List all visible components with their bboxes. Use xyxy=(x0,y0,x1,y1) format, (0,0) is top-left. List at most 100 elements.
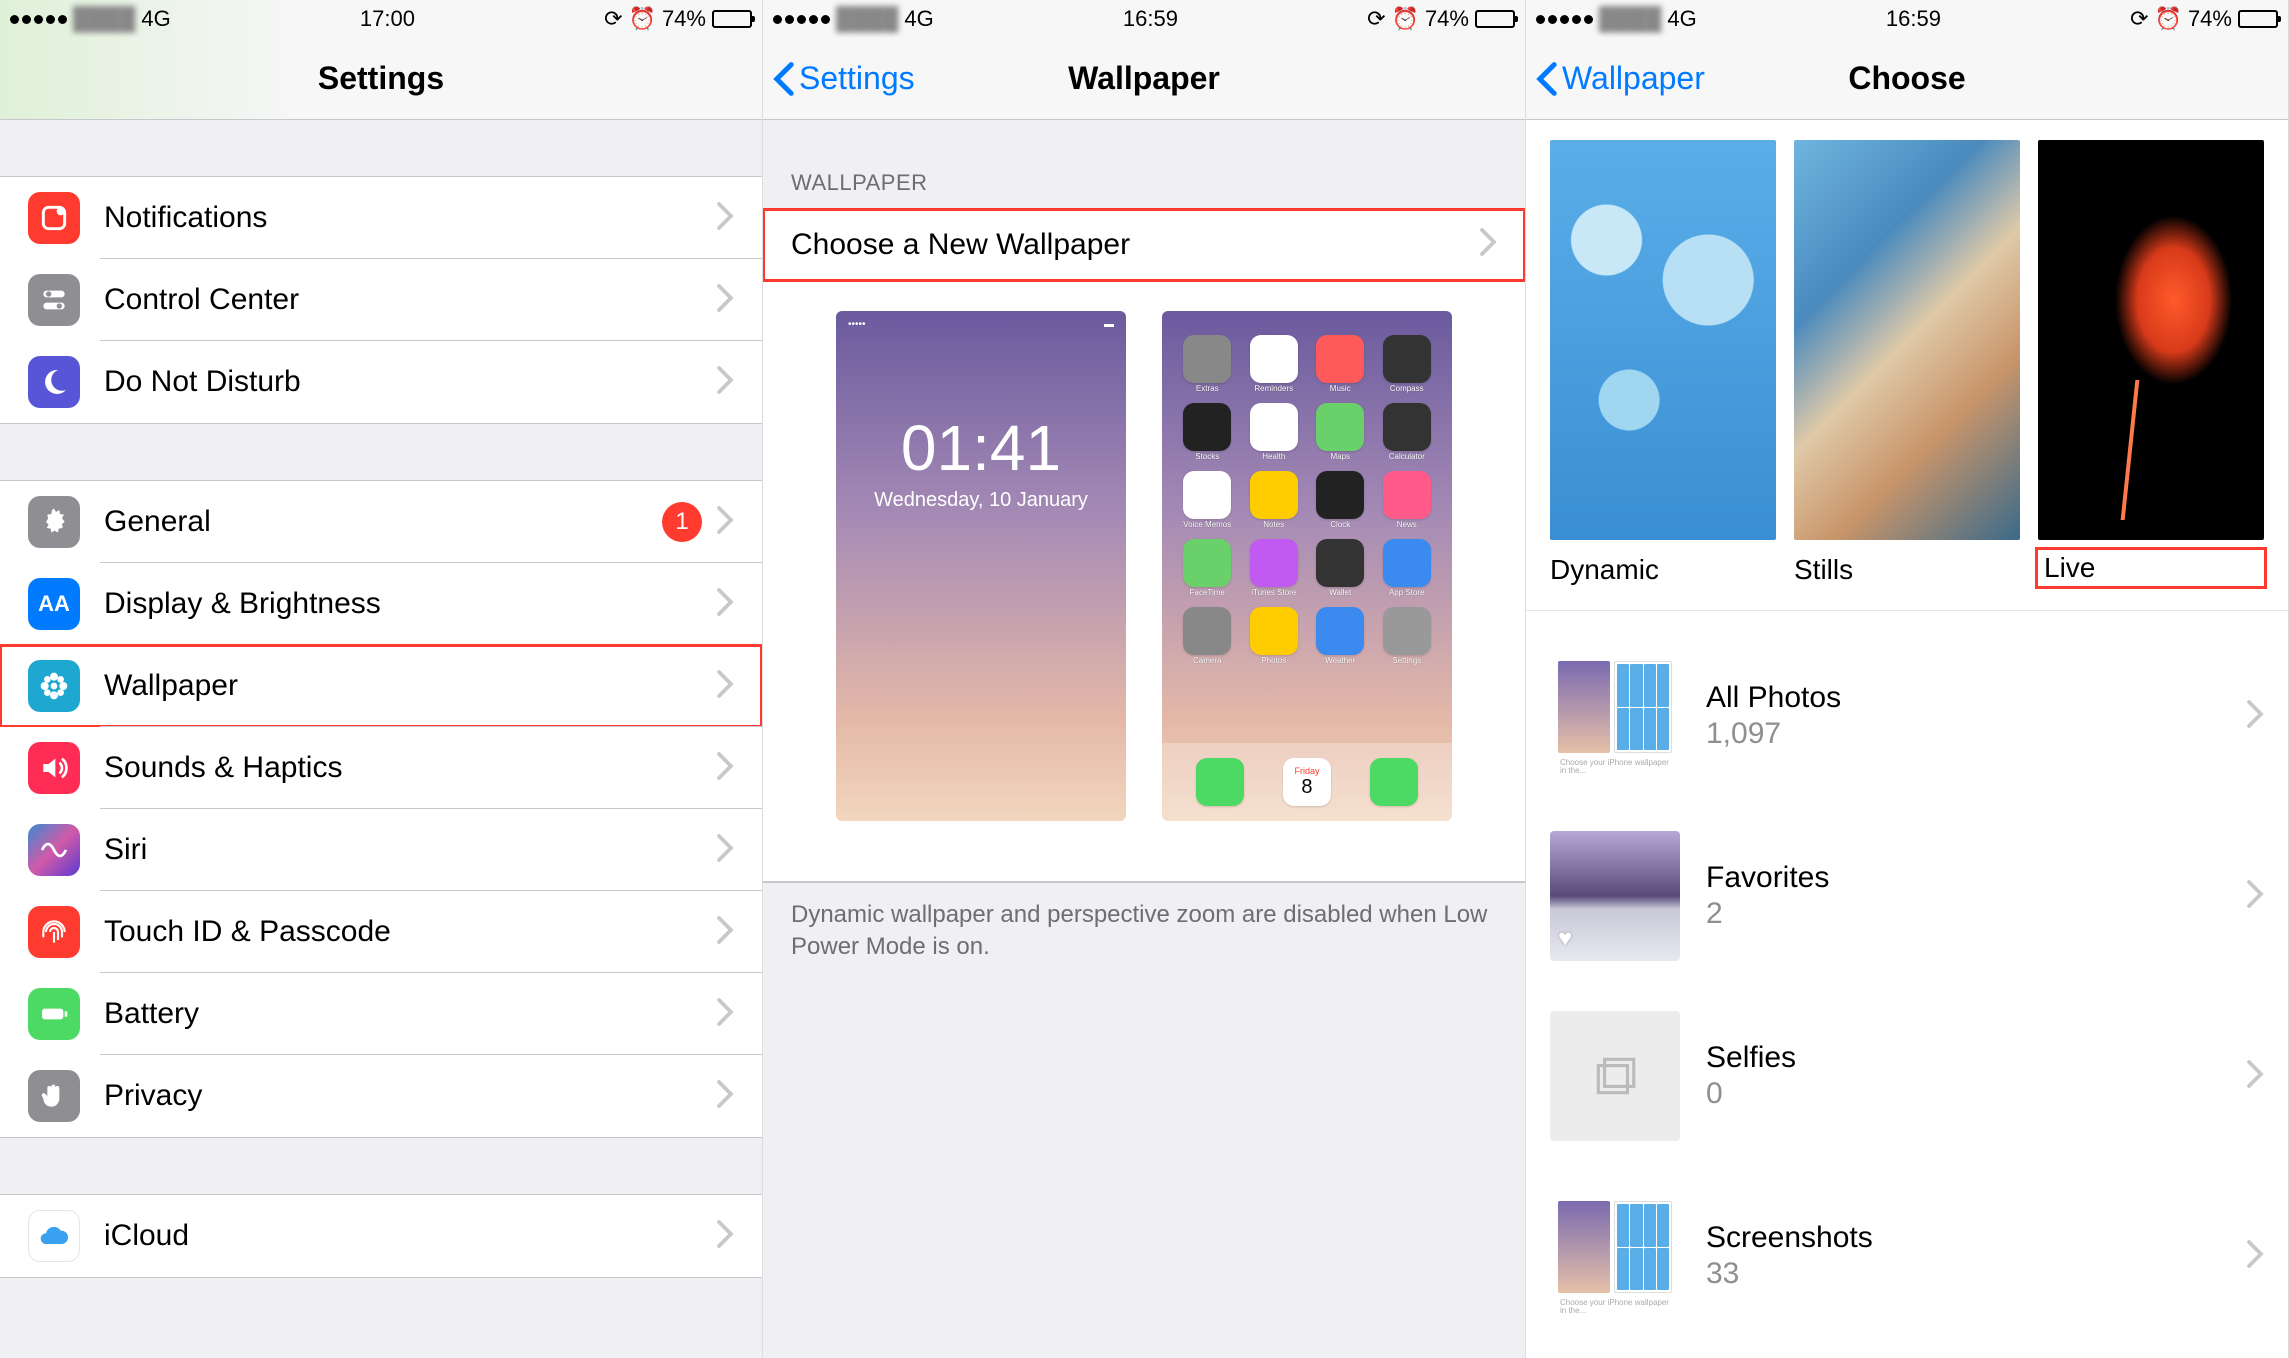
row-siri[interactable]: Siri xyxy=(0,809,762,891)
row-icloud[interactable]: iCloud xyxy=(0,1195,762,1277)
battery-icon xyxy=(2238,10,2278,28)
row-label: Battery xyxy=(104,997,716,1031)
row-label: Privacy xyxy=(104,1079,716,1113)
row-touch-id[interactable]: Touch ID & Passcode xyxy=(0,891,762,973)
fingerprint-icon xyxy=(28,906,80,958)
home-app-photos: Photos xyxy=(1245,607,1304,667)
album-screenshots[interactable]: Choose your iPhone wallpaper in the... S… xyxy=(1526,1181,2288,1331)
notifications-icon xyxy=(28,192,80,244)
chevron-right-icon xyxy=(716,833,734,868)
heart-icon: ♥ xyxy=(1558,925,1572,953)
row-label: Siri xyxy=(104,833,716,867)
album-selfies[interactable]: Selfies 0 xyxy=(1526,1001,2288,1151)
dynamic-thumb xyxy=(1550,140,1776,540)
aa-icon: AA xyxy=(28,578,80,630)
dock: Friday8 xyxy=(1162,743,1452,821)
speaker-icon xyxy=(28,742,80,794)
category-stills[interactable]: Stills xyxy=(1794,140,2020,586)
home-app-facetime: FaceTime xyxy=(1178,539,1237,599)
home-app-maps: Maps xyxy=(1311,403,1370,463)
nav-bar: Wallpaper Choose xyxy=(1526,38,2288,120)
row-wallpaper[interactable]: Wallpaper xyxy=(0,645,762,727)
category-dynamic[interactable]: Dynamic xyxy=(1550,140,1776,586)
page-title: Settings xyxy=(318,60,444,97)
row-label: Sounds & Haptics xyxy=(104,751,716,785)
home-app-health: Health xyxy=(1245,403,1304,463)
row-battery[interactable]: Battery xyxy=(0,973,762,1055)
album-count: 33 xyxy=(1706,1257,2246,1291)
carrier-label: ████ xyxy=(836,6,898,32)
network-label: 4G xyxy=(904,6,933,32)
home-app-compass: Compass xyxy=(1378,335,1437,395)
status-bar: ████ 4G 16:59 ⟳ ⏰ 74% xyxy=(1526,0,2288,38)
row-display-brightness[interactable]: AA Display & Brightness xyxy=(0,563,762,645)
row-choose-new-wallpaper[interactable]: Choose a New Wallpaper xyxy=(763,209,1525,281)
toggles-icon xyxy=(28,274,80,326)
dock-app-phone xyxy=(1196,758,1244,806)
row-label: Display & Brightness xyxy=(104,587,716,621)
lock-screen-preview[interactable]: •••••▬ 01:41 Wednesday, 10 January xyxy=(836,311,1126,821)
album-all-photos[interactable]: Choose your iPhone wallpaper in the... A… xyxy=(1526,641,2288,791)
back-button[interactable]: Wallpaper xyxy=(1536,60,1705,97)
row-label: Wallpaper xyxy=(104,669,716,703)
home-app-itunes-store: iTunes Store xyxy=(1245,539,1304,599)
chevron-right-icon xyxy=(716,283,734,318)
album-count: 2 xyxy=(1706,897,2246,931)
footer-note: Dynamic wallpaper and perspective zoom a… xyxy=(763,883,1525,980)
signal-dots-icon xyxy=(10,15,67,24)
chevron-right-icon xyxy=(716,997,734,1032)
chevron-right-icon xyxy=(1479,227,1497,262)
status-time: 16:59 xyxy=(1123,6,1178,32)
chevron-right-icon xyxy=(2246,1059,2264,1094)
network-label: 4G xyxy=(1667,6,1696,32)
category-label: Live xyxy=(2038,550,2264,586)
album-name: All Photos xyxy=(1706,681,2246,715)
chevron-left-icon xyxy=(773,61,795,97)
home-screen-preview[interactable]: ExtrasRemindersMusicCompassStocksHealthM… xyxy=(1162,311,1452,821)
badge-count: 1 xyxy=(662,502,702,542)
screen-wallpaper: ████ 4G 16:59 ⟳ ⏰ 74% Settings Wallpaper… xyxy=(763,0,1526,1358)
home-app-voice-memos: Voice Memos xyxy=(1178,471,1237,531)
home-app-clock: Clock xyxy=(1311,471,1370,531)
row-general[interactable]: General 1 xyxy=(0,481,762,563)
chevron-right-icon xyxy=(716,365,734,400)
row-notifications[interactable]: Notifications xyxy=(0,177,762,259)
carrier-label: ████ xyxy=(73,6,135,32)
album-name: Screenshots xyxy=(1706,1221,2246,1255)
chevron-right-icon xyxy=(716,201,734,236)
chevron-right-icon xyxy=(2246,1239,2264,1274)
battery-pct: 74% xyxy=(662,6,706,32)
album-thumb: Choose your iPhone wallpaper in the... xyxy=(1550,651,1680,781)
settings-group-2: General 1 AA Display & Brightness Wallpa… xyxy=(0,480,762,1138)
signal-dots-icon xyxy=(773,15,830,24)
home-app-app-store: App Store xyxy=(1378,539,1437,599)
chevron-right-icon xyxy=(2246,879,2264,914)
row-privacy[interactable]: Privacy xyxy=(0,1055,762,1137)
row-label: Do Not Disturb xyxy=(104,365,716,399)
battery-pct: 74% xyxy=(2188,6,2232,32)
carrier-label: ████ xyxy=(1599,6,1661,32)
nav-bar: Settings xyxy=(0,38,762,120)
wallpaper-categories: Dynamic Stills Live xyxy=(1526,120,2288,610)
home-app-weather: Weather xyxy=(1311,607,1370,667)
signal-dots-icon xyxy=(1536,15,1593,24)
album-thumb: ♥ xyxy=(1550,831,1680,961)
category-label: Dynamic xyxy=(1550,554,1776,586)
back-button[interactable]: Settings xyxy=(773,60,915,97)
home-app-settings: Settings xyxy=(1378,607,1437,667)
back-label: Wallpaper xyxy=(1562,60,1705,97)
chevron-right-icon xyxy=(2246,699,2264,734)
screen-settings: ████ 4G 17:00 ⟳ ⏰ 74% Settings Notificat… xyxy=(0,0,763,1358)
album-favorites[interactable]: ♥ Favorites 2 xyxy=(1526,821,2288,971)
back-label: Settings xyxy=(799,60,915,97)
album-thumb xyxy=(1550,1011,1680,1141)
row-control-center[interactable]: Control Center xyxy=(0,259,762,341)
alarm-icon: ⏰ xyxy=(629,6,656,32)
row-sounds-haptics[interactable]: Sounds & Haptics xyxy=(0,727,762,809)
row-label: Notifications xyxy=(104,201,716,235)
category-live[interactable]: Live xyxy=(2038,140,2264,586)
dock-app-messages xyxy=(1370,758,1418,806)
moon-icon xyxy=(28,356,80,408)
home-app-notes: Notes xyxy=(1245,471,1304,531)
row-do-not-disturb[interactable]: Do Not Disturb xyxy=(0,341,762,423)
